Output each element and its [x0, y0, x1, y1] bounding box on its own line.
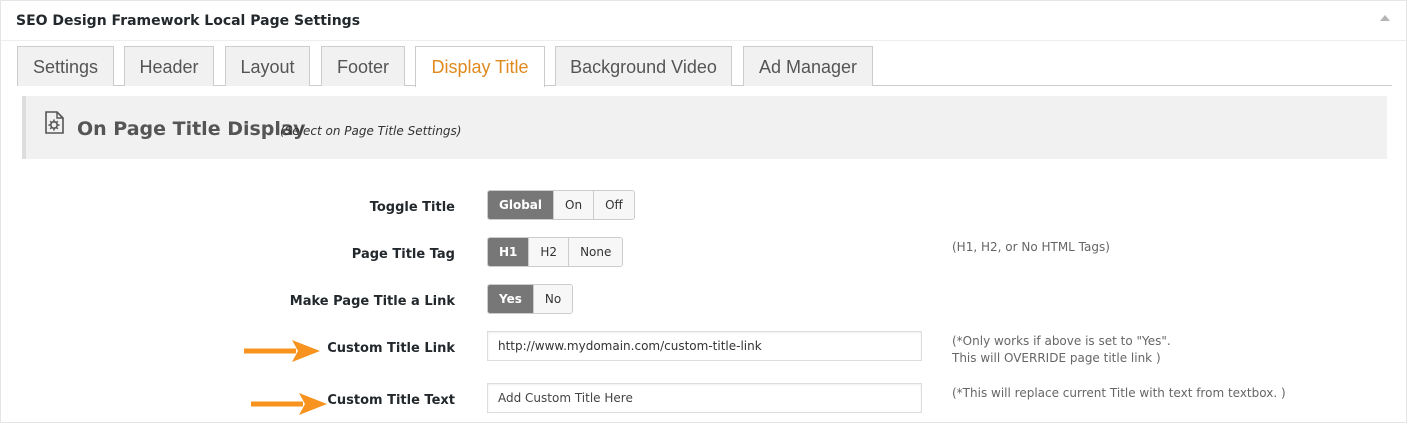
tab-bar: Settings Header Layout Footer Display Ti…: [17, 46, 1392, 87]
page-title-tag-label: Page Title Tag: [351, 247, 455, 262]
custom-title-text-input[interactable]: [487, 383, 922, 413]
custom-title-link-hint-line2: This will OVERRIDE page title link ): [952, 351, 1161, 365]
make-link-label: Make Page Title a Link: [289, 294, 455, 309]
settings-panel: SEO Design Framework Local Page Settings…: [0, 0, 1407, 423]
custom-title-link-hint-line1: (*Only works if above is set to "Yes".: [952, 334, 1171, 348]
toggle-title-global-button[interactable]: Global: [488, 191, 554, 219]
pointer-arrow-icon: [244, 340, 320, 362]
title-tag-h1-button[interactable]: H1: [488, 238, 529, 266]
section-subtitle: (Select on Page Title Settings): [280, 124, 462, 138]
title-tag-none-button[interactable]: None: [568, 238, 623, 266]
toggle-title-on-button[interactable]: On: [553, 191, 594, 219]
panel-header: SEO Design Framework Local Page Settings: [1, 1, 1406, 41]
toggle-title-label: Toggle Title: [369, 200, 455, 215]
pointer-arrow-icon: [251, 393, 327, 415]
custom-title-link-hint: (*Only works if above is set to "Yes". T…: [952, 333, 1171, 367]
tab-footer[interactable]: Footer: [321, 46, 405, 86]
make-link-buttons: Yes No: [487, 284, 574, 314]
custom-title-text-label: Custom Title Text: [327, 393, 455, 408]
tab-settings[interactable]: Settings: [17, 46, 114, 86]
custom-title-link-label: Custom Title Link: [327, 341, 455, 356]
page-title-tag-buttons: H1 H2 None: [487, 237, 624, 267]
section-header: On Page Title Display (Select on Page Ti…: [22, 96, 1387, 159]
tab-display-title[interactable]: Display Title: [415, 46, 545, 87]
title-tag-h2-button[interactable]: H2: [528, 238, 569, 266]
make-link-yes-button[interactable]: Yes: [488, 285, 533, 313]
make-link-no-button[interactable]: No: [532, 285, 573, 313]
panel-title: SEO Design Framework Local Page Settings: [16, 13, 361, 29]
toggle-title-off-button[interactable]: Off: [593, 191, 634, 219]
custom-title-link-input[interactable]: [487, 331, 922, 361]
collapse-arrow-up-icon[interactable]: [1380, 15, 1390, 21]
page-title-tag-hint: (H1, H2, or No HTML Tags): [952, 240, 1110, 254]
page-settings-icon: [45, 111, 64, 134]
tab-background-video[interactable]: Background Video: [555, 46, 732, 86]
toggle-title-buttons: Global On Off: [487, 190, 635, 220]
custom-title-text-hint: (*This will replace current Title with t…: [952, 386, 1286, 400]
tab-layout[interactable]: Layout: [225, 46, 310, 86]
tab-header[interactable]: Header: [124, 46, 214, 86]
tab-ad-manager[interactable]: Ad Manager: [743, 46, 873, 86]
section-title: On Page Title Display: [77, 118, 306, 140]
